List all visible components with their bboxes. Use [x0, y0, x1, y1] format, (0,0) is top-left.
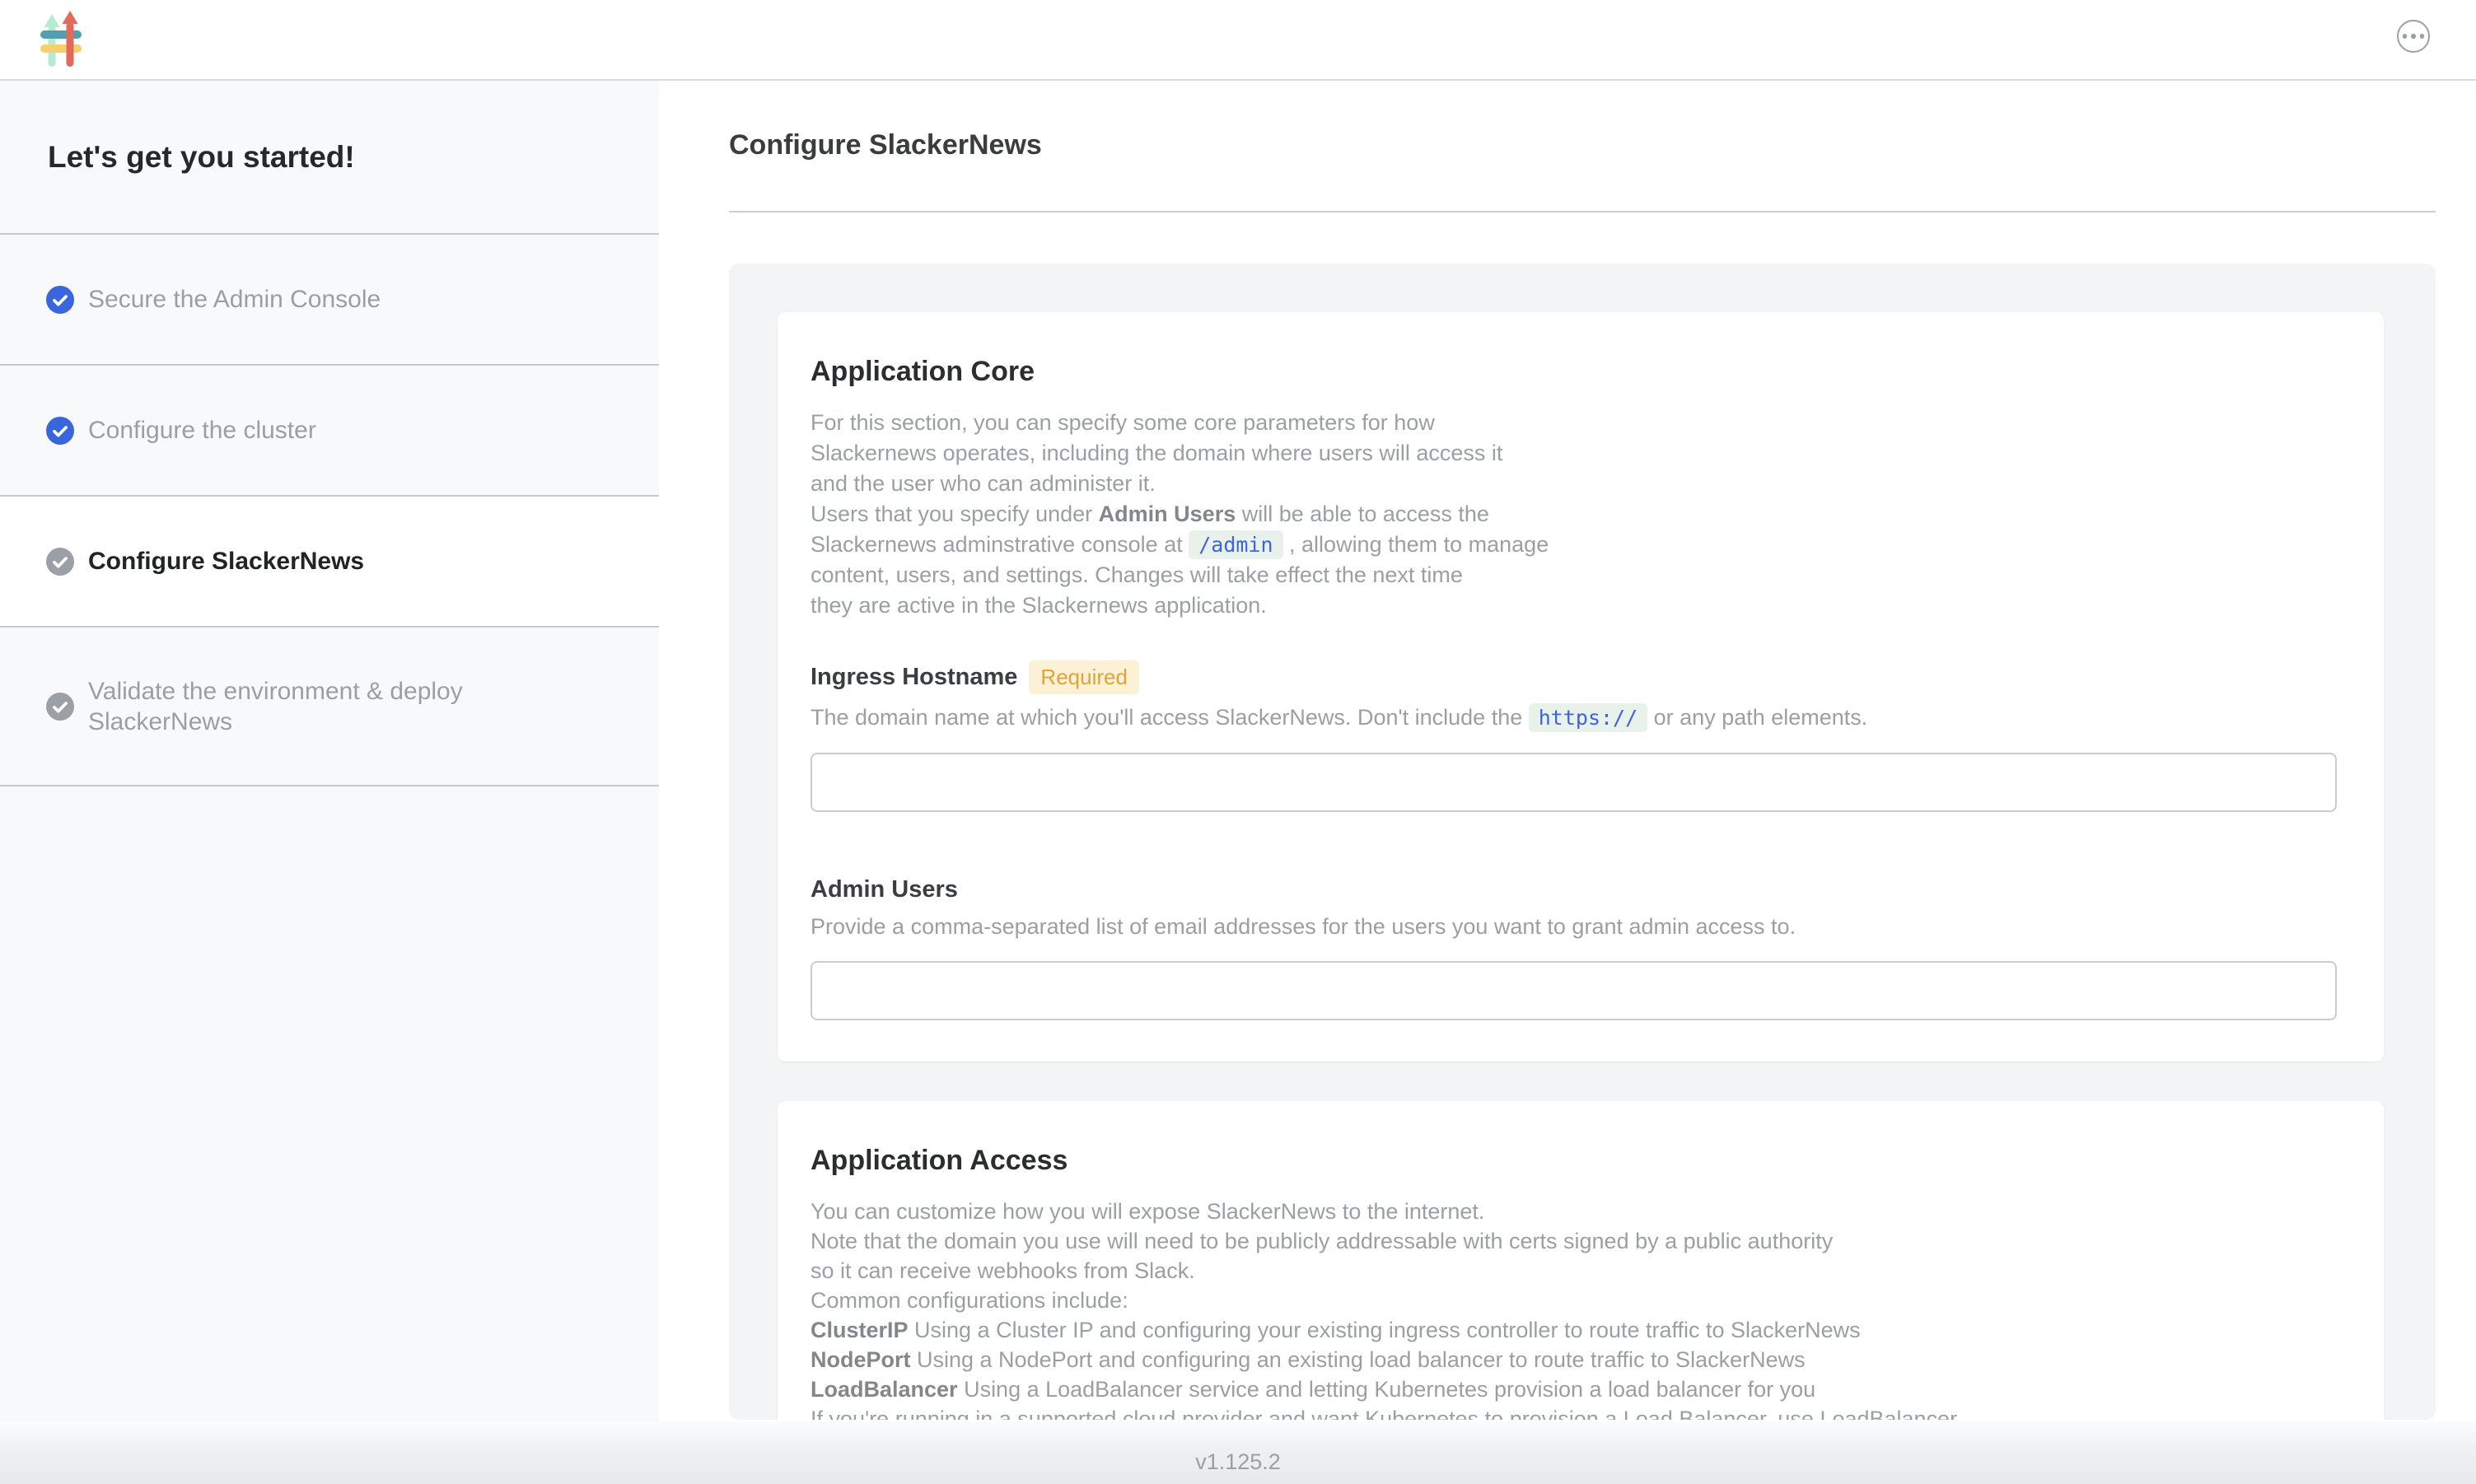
check-circle-icon	[46, 417, 74, 445]
required-badge: Required	[1029, 660, 1139, 694]
setup-steps-sidebar: Let's get you started! Secure the Admin …	[0, 81, 659, 1421]
page-title: Configure SlackerNews	[729, 127, 2436, 163]
application-access-card: Application Access You can customize how…	[778, 1101, 2384, 1420]
desc-line: Slackernews operates, including the doma…	[811, 438, 2351, 469]
admin-path-code-chip: /admin	[1189, 530, 1282, 559]
desc-line: Note that the domain you use will need t…	[811, 1226, 2351, 1256]
title-divider	[729, 211, 2436, 212]
nodeport-emphasis: NodePort	[811, 1347, 911, 1372]
desc-line: LoadBalancer Using a LoadBalancer servic…	[811, 1374, 2351, 1404]
desc-line: Users that you specify under Admin Users…	[811, 499, 2351, 530]
check-circle-icon	[46, 286, 74, 314]
ingress-hostname-input[interactable]	[811, 753, 2337, 812]
admin-users-input[interactable]	[811, 961, 2337, 1020]
admin-users-emphasis: Admin Users	[1099, 502, 1236, 526]
step-label: Configure the cluster	[88, 415, 316, 446]
clusterip-emphasis: ClusterIP	[811, 1318, 909, 1342]
ellipsis-icon	[2411, 34, 2416, 39]
admin-users-label: Admin Users	[811, 876, 958, 903]
overflow-menu-button[interactable]	[2397, 20, 2430, 53]
ingress-hostname-help: The domain name at which you'll access S…	[811, 702, 2351, 733]
desc-line: ClusterIP Using a Cluster IP and configu…	[811, 1315, 2351, 1345]
sidebar-step-validate-deploy[interactable]: Validate the environment & deploy Slacke…	[0, 628, 659, 786]
slackernews-logo-icon	[38, 11, 84, 67]
top-header	[0, 0, 2476, 81]
desc-line: For this section, you can specify some c…	[811, 408, 2351, 438]
ingress-hostname-field: Ingress Hostname Required The domain nam…	[811, 660, 2351, 812]
sidebar-step-configure-slackernews[interactable]: Configure SlackerNews	[0, 497, 659, 628]
check-circle-icon	[46, 548, 74, 576]
application-access-heading: Application Access	[811, 1144, 2351, 1177]
step-label: Configure SlackerNews	[88, 546, 364, 576]
desc-line: Common configurations include:	[811, 1286, 2351, 1315]
config-groups-panel: Application Core For this section, you c…	[729, 264, 2436, 1420]
check-circle-icon	[46, 693, 74, 721]
ingress-hostname-label: Ingress Hostname	[811, 664, 1017, 691]
application-core-heading: Application Core	[811, 355, 2351, 388]
ellipsis-icon	[2403, 34, 2408, 39]
application-core-card: Application Core For this section, you c…	[778, 312, 2384, 1062]
ellipsis-icon	[2420, 34, 2425, 39]
desc-line: so it can receive webhooks from Slack.	[811, 1256, 2351, 1286]
step-label: Secure the Admin Console	[88, 284, 381, 315]
desc-line: they are active in the Slackernews appli…	[811, 590, 2351, 621]
sidebar-step-configure-cluster[interactable]: Configure the cluster	[0, 366, 659, 497]
desc-line: Slackernews adminstrative console at /ad…	[811, 530, 2351, 560]
version-label: v1.125.2	[1195, 1449, 1281, 1475]
desc-line: If you're running in a supported cloud p…	[811, 1404, 2351, 1420]
desc-line: and the user who can administer it.	[811, 469, 2351, 499]
desc-line: You can customize how you will expose Sl…	[811, 1197, 2351, 1226]
application-access-description: You can customize how you will expose Sl…	[811, 1197, 2351, 1420]
step-label: Validate the environment & deploy Slacke…	[88, 676, 533, 737]
sidebar-step-secure-admin-console[interactable]: Secure the Admin Console	[0, 235, 659, 366]
application-core-description: For this section, you can specify some c…	[811, 408, 2351, 621]
desc-line: content, users, and settings. Changes wi…	[811, 560, 2351, 590]
admin-users-help: Provide a comma-separated list of email …	[811, 912, 2351, 941]
loadbalancer-emphasis: LoadBalancer	[811, 1377, 958, 1402]
app-footer: v1.125.2	[0, 1421, 2476, 1484]
admin-users-field: Admin Users Provide a comma-separated li…	[811, 876, 2351, 1020]
sidebar-heading: Let's get you started!	[0, 81, 659, 235]
desc-line: NodePort Using a NodePort and configurin…	[811, 1345, 2351, 1374]
https-code-chip: https://	[1529, 703, 1647, 732]
config-main-area: Configure SlackerNews Application Core F…	[659, 81, 2476, 1421]
